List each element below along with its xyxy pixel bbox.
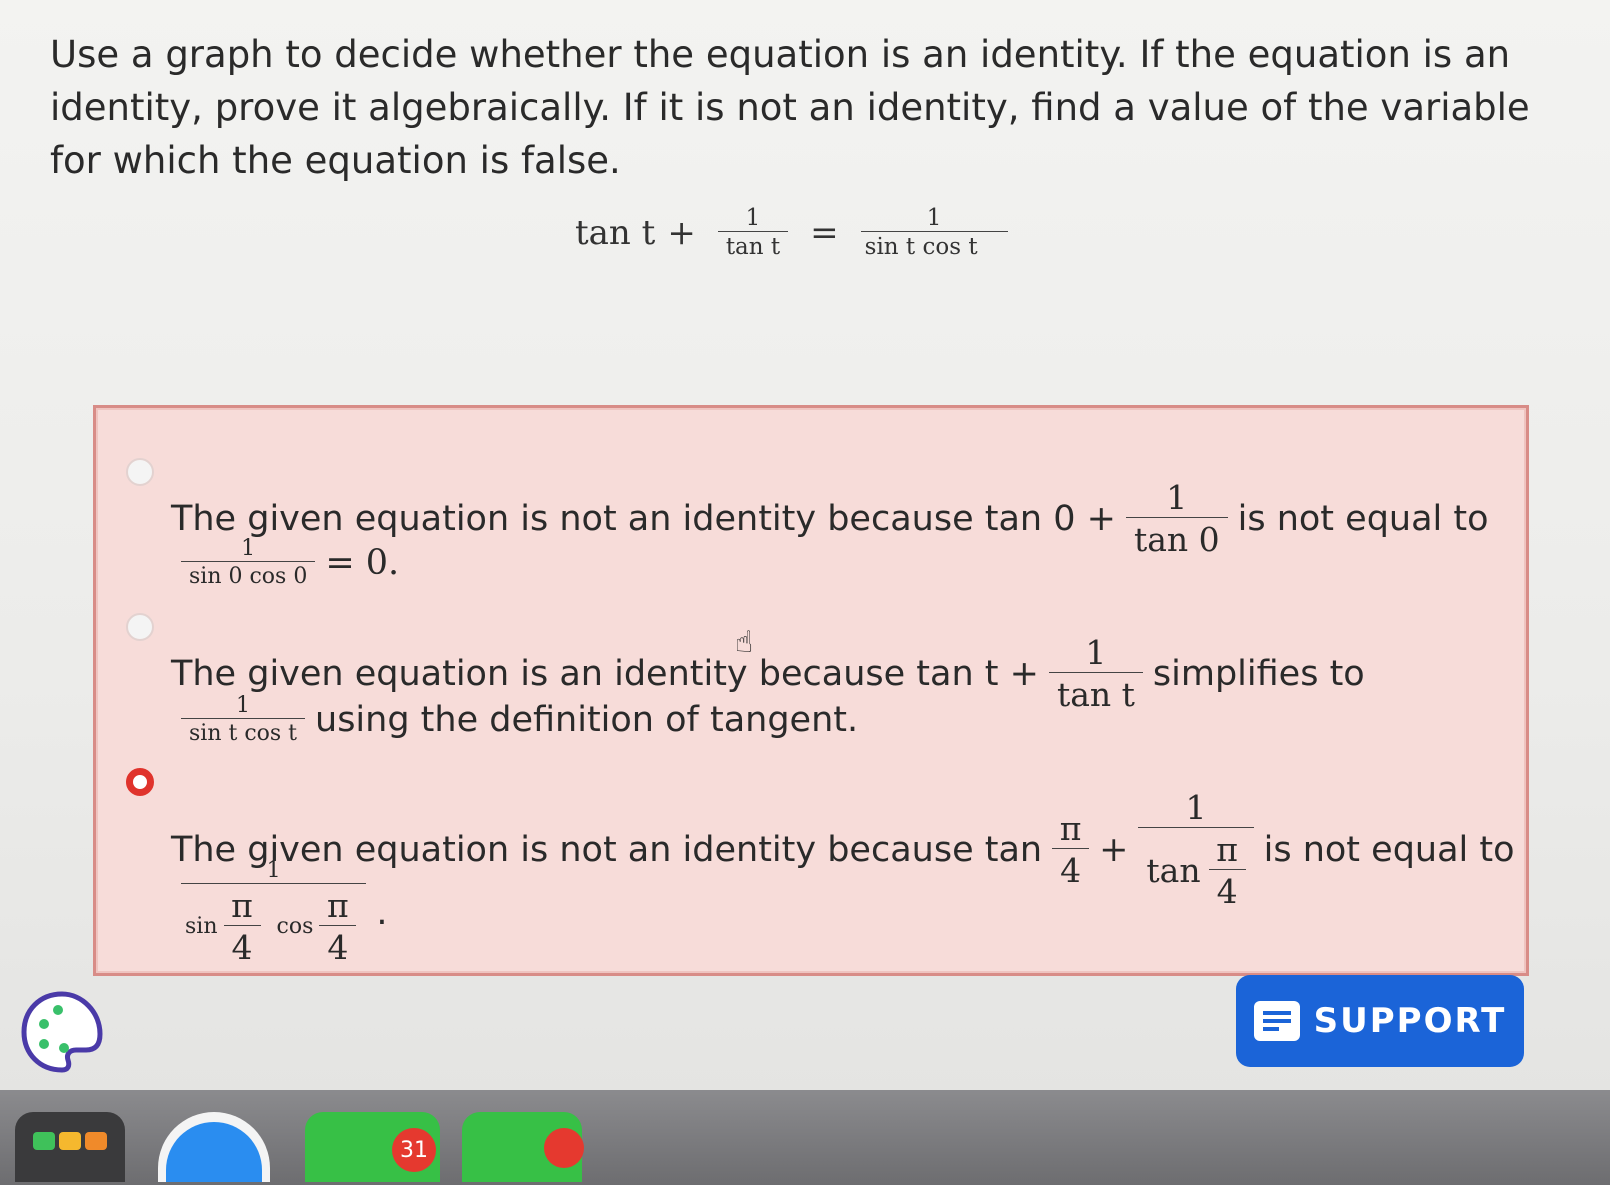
option-3-text-2: is not equal to [1263, 829, 1515, 870]
eq-left-fraction: 1 tan t [717, 205, 789, 260]
option-2-frac-den: tan t [1048, 672, 1143, 714]
option-3-frac-den-pi-num: π [1216, 830, 1238, 869]
eq-left-term: tan t [575, 212, 656, 253]
hand-cursor-icon: ☝ [735, 625, 754, 660]
option-3-frac-den-pi: π 4 [1208, 830, 1246, 911]
option-3-cos-pi-num: π [327, 886, 349, 925]
support-label: SUPPORT [1313, 1001, 1507, 1041]
eq-equals: = [810, 212, 839, 253]
option-1-frac2-num: 1 [241, 536, 256, 561]
option-2-radio[interactable] [126, 613, 154, 641]
option-1-frac-den: tan 0 [1125, 517, 1228, 559]
eq-right-denominator: sin t cos t [860, 231, 1008, 260]
notification-badge [544, 1128, 584, 1168]
option-3-frac-num: 1 [1185, 788, 1207, 827]
option-3-frac-den-tan: tan [1146, 851, 1201, 890]
eq-plus: + [667, 212, 696, 253]
chat-icon [1253, 1001, 1300, 1041]
screen: Use a graph to decide whether the equati… [0, 0, 1610, 1110]
option-3-sin-pi: π 4 [223, 886, 261, 967]
option-2-text-2: simplifies to [1152, 653, 1365, 694]
option-3-sin: sin [185, 914, 218, 939]
option-1-text: The given equation is not an identity be… [171, 498, 1116, 539]
eq-right-numerator: 1 [926, 205, 942, 231]
option-3-cos-pi-den: 4 [319, 925, 357, 967]
option-3-plus: + [1099, 829, 1129, 870]
option-1-frac2-den: sin 0 cos 0 [181, 561, 316, 589]
option-3-sin-pi-den: 4 [223, 925, 261, 967]
eq-left-numerator: 1 [745, 205, 761, 231]
calendar-badge: 31 [392, 1128, 436, 1172]
option-3-sin-pi-num: π [231, 886, 253, 925]
option-3-frac-den: tan π 4 [1138, 827, 1254, 911]
option-2-fraction: 1 tan t [1048, 633, 1143, 714]
option-1-text-3: = 0. [325, 542, 400, 583]
launchpad-icon[interactable] [15, 1112, 125, 1182]
option-3-cos-pi: π 4 [319, 886, 357, 967]
option-3-text-3: . [376, 892, 388, 933]
option-2-text: The given equation is an identity becaus… [171, 653, 1039, 694]
option-3-frac2-num: 1 [266, 858, 281, 883]
option-2-frac-num: 1 [1085, 633, 1107, 672]
option-1-text-2: is not equal to [1237, 498, 1489, 539]
option-2-fraction-2: 1 sin t cos t [181, 693, 306, 746]
option-3-pi-num: π [1059, 809, 1082, 848]
equation: tan t + 1 tan t = 1 sin t cos t [575, 205, 1018, 260]
option-1-frac-num: 1 [1166, 478, 1188, 517]
option-3-fraction-2: 1 sin π 4 cos π 4 [181, 858, 367, 967]
option-3-frac2-den: sin π 4 cos π 4 [181, 883, 367, 967]
option-1-radio[interactable] [126, 458, 154, 486]
support-button[interactable]: SUPPORT [1236, 975, 1524, 1067]
option-3-radio[interactable] [126, 768, 154, 796]
option-2-frac2-den: sin t cos t [181, 718, 306, 746]
option-3-pi-fraction: π 4 [1052, 809, 1090, 890]
option-3-cos: cos [276, 914, 314, 939]
palette-icon[interactable] [20, 990, 104, 1074]
option-2-frac2-num: 1 [236, 693, 250, 718]
option-1-fraction: 1 tan 0 [1125, 478, 1228, 559]
question-text: Use a graph to decide whether the equati… [50, 33, 1530, 182]
option-1-fraction-2: 1 sin 0 cos 0 [181, 536, 316, 589]
option-3-frac-den-pi-den: 4 [1208, 869, 1246, 911]
option-3-pi-den: 4 [1052, 848, 1090, 890]
eq-left-denominator: tan t [717, 231, 789, 260]
option-3-fraction: 1 tan π 4 [1138, 788, 1254, 911]
eq-right-fraction: 1 sin t cos t [860, 205, 1008, 260]
answer-choices: The given equation is not an identity be… [93, 405, 1529, 976]
option-2-text-3: using the definition of tangent. [315, 699, 859, 740]
